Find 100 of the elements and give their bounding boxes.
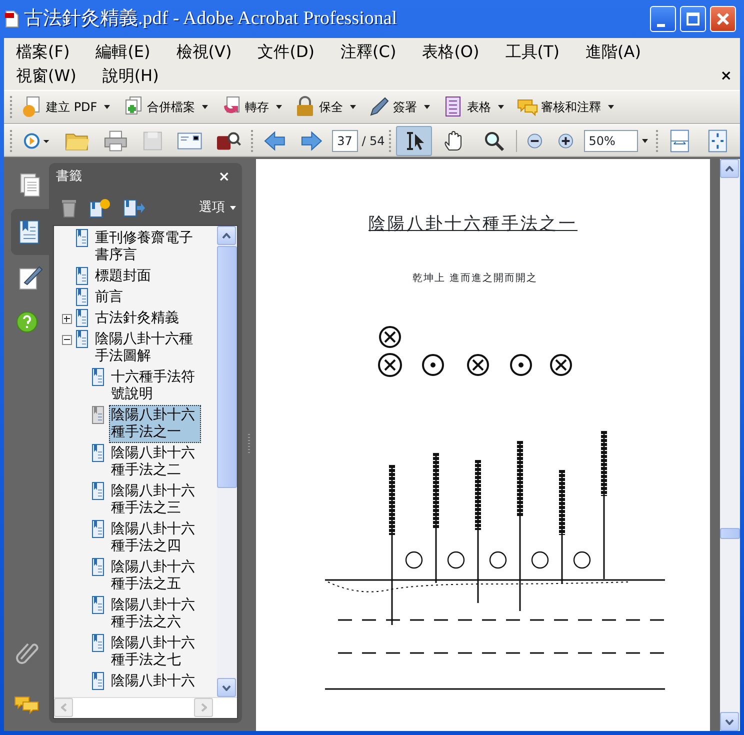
menu-item[interactable]: 編輯(E)	[92, 40, 156, 64]
zoom-icon	[482, 130, 505, 152]
toolbar-button[interactable]: 表格	[438, 94, 508, 120]
expander-toggle[interactable]	[62, 335, 72, 345]
right-arrow-icon[interactable]	[300, 130, 324, 152]
window-title: 古法針灸精義.pdf - Adobe Acrobat Professional	[24, 6, 398, 31]
menu-item[interactable]: 說明(H)	[98, 64, 165, 88]
bookmark-item[interactable]: 古法針灸精義	[93, 308, 199, 329]
menu-item[interactable]: 檢視(V)	[172, 40, 238, 64]
bookmark-item[interactable]: 陰陽八卦十六種手法之五	[109, 557, 201, 595]
menu-item[interactable]: 視窗(W)	[12, 64, 82, 88]
bookmark-icon	[92, 672, 104, 690]
menu-item[interactable]: 文件(D)	[254, 40, 321, 64]
close-document-button[interactable]: ×	[718, 66, 734, 87]
menu-item[interactable]: 表格(O)	[418, 40, 486, 64]
tool-button[interactable]	[396, 126, 432, 156]
maximize-button[interactable]	[680, 6, 706, 32]
maximize-icon	[686, 12, 700, 26]
caret-icon	[642, 138, 648, 142]
caret-icon	[202, 105, 208, 109]
splitter-grip-icon[interactable]	[247, 434, 251, 454]
side-tab[interactable]	[10, 209, 48, 255]
bookmark-icon	[76, 288, 88, 306]
expander-toggle[interactable]	[62, 314, 72, 324]
toolbar-button[interactable]: 審核和注釋	[512, 94, 618, 120]
bookmark-item[interactable]: 陰陽八卦十六種手法之六	[109, 595, 201, 633]
toolbar-button[interactable]: 轉存	[216, 94, 286, 120]
chevron-down-icon	[725, 718, 734, 724]
menu-item[interactable]: 檔案(F)	[12, 40, 76, 64]
scrollbar-thumb[interactable]	[720, 528, 740, 539]
page-count: / 54	[362, 132, 385, 150]
close-icon	[716, 12, 730, 26]
pdf-file-icon	[4, 10, 20, 28]
caret-icon	[424, 105, 430, 109]
envelope-icon[interactable]	[177, 130, 202, 150]
bookmark-item[interactable]: 標題封面	[93, 266, 199, 287]
chevron-down-icon	[222, 684, 231, 690]
page-heading: 陰陽八卦十六種手法之一	[368, 213, 578, 235]
bookmark-icon	[76, 267, 88, 285]
bookmark-item[interactable]: 前言	[93, 287, 199, 308]
scroll-down-button[interactable]	[720, 712, 739, 731]
bookmark-icon	[76, 330, 88, 348]
close-button[interactable]	[710, 6, 736, 32]
panel-title: 書籤	[56, 168, 82, 186]
minimize-icon	[657, 24, 665, 26]
search-icon[interactable]	[216, 130, 242, 152]
caret-icon	[104, 105, 110, 109]
toolbar-button[interactable]: 保全	[290, 94, 360, 120]
bookmark-item[interactable]: 陰陽八卦十六種手法之一	[109, 405, 201, 443]
bookmark-item[interactable]: 陰陽八卦十六	[109, 671, 201, 692]
print-icon[interactable]	[104, 130, 128, 152]
page-number-field[interactable]: 37	[332, 130, 358, 152]
scroll-up-button[interactable]	[217, 226, 236, 245]
pen-icon	[368, 96, 390, 118]
caret-icon	[276, 105, 282, 109]
bookmark-icon	[76, 309, 88, 327]
bookmark-icon	[92, 596, 104, 614]
bookmark-item[interactable]: 陰陽八卦十六種手法之七	[109, 633, 201, 671]
caret-icon	[350, 105, 356, 109]
minimize-button[interactable]	[650, 6, 676, 32]
bookmark-item[interactable]: 陰陽八卦十六種手法之二	[109, 443, 201, 481]
close-panel-button[interactable]: ×	[214, 166, 234, 188]
scroll-up-button[interactable]	[720, 159, 739, 178]
delete-icon[interactable]	[61, 198, 77, 218]
caret-icon	[230, 206, 236, 210]
menu-item[interactable]: 進階(A)	[582, 40, 647, 64]
toolbar-button[interactable]: 建立 PDF	[17, 94, 114, 120]
bookmark-icon	[92, 406, 104, 424]
help-icon[interactable]	[16, 311, 38, 333]
bookmark-item[interactable]: 重刊修養齋電子書序言	[93, 228, 199, 266]
menu-item[interactable]: 注釋(C)	[336, 40, 402, 64]
bookmark-icon	[92, 558, 104, 576]
toolbar-button[interactable]: 簽署	[364, 94, 434, 120]
toolbar-button[interactable]: 合併檔案	[118, 94, 212, 120]
bookmark-item[interactable]: 陰陽八卦十六種手法之四	[109, 519, 201, 557]
scroll-down-button[interactable]	[217, 678, 236, 697]
fit-page-icon[interactable]	[706, 128, 729, 152]
bookmark-icon	[76, 229, 88, 247]
zoom-in-icon[interactable]	[557, 132, 575, 150]
bookmark-item[interactable]: 陰陽八卦十六種手法圖解	[93, 329, 199, 367]
bookmark-item[interactable]: 十六種手法符號說明	[109, 367, 201, 405]
chevron-left-icon	[60, 703, 66, 712]
zoom-out-icon[interactable]	[526, 132, 544, 150]
bookmark-arrow-icon[interactable]	[123, 198, 145, 218]
bookmark-icon	[92, 634, 104, 652]
caret-icon	[498, 105, 504, 109]
chevron-right-icon	[200, 703, 206, 712]
fit-width-icon[interactable]	[668, 128, 692, 152]
bookmark-icon	[92, 368, 104, 386]
chevron-up-icon	[725, 166, 734, 172]
bookmark-item[interactable]: 陰陽八卦十六種手法之三	[109, 481, 201, 519]
menu-item[interactable]: 工具(T)	[501, 40, 566, 64]
comments-icon[interactable]	[14, 695, 40, 717]
scrollbar-thumb[interactable]	[217, 246, 237, 488]
bookmark-icon	[92, 482, 104, 500]
new-bookmark-icon[interactable]	[89, 198, 111, 218]
chevron-up-icon	[222, 232, 231, 238]
zoom-field[interactable]: 50%	[584, 130, 638, 152]
left-arrow-icon[interactable]	[262, 130, 286, 152]
options-dropdown[interactable]: 選項	[197, 198, 238, 218]
